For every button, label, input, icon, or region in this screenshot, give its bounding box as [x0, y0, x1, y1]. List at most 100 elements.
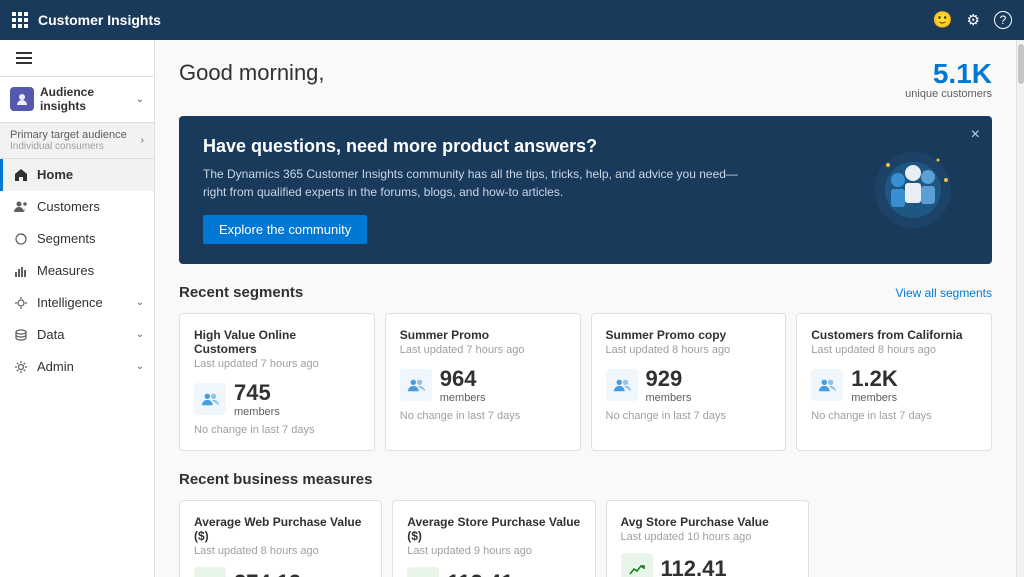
customers-icon — [13, 199, 29, 215]
banner-close-button[interactable]: × — [971, 126, 980, 144]
unique-count: 5.1K — [905, 60, 992, 88]
segment-change-1: No change in last 7 days — [400, 410, 566, 422]
segment-icon-3 — [811, 369, 843, 401]
segment-name-3: Customers from California — [811, 328, 977, 342]
recent-measures-header: Recent business measures — [179, 471, 992, 488]
segments-icon — [13, 231, 29, 247]
waffle-icon[interactable] — [12, 12, 28, 28]
segment-metric-2: 929 members — [606, 366, 772, 404]
segment-name-1: Summer Promo — [400, 328, 566, 342]
measure-metric-0: 274.19 — [194, 567, 367, 577]
segment-change-2: No change in last 7 days — [606, 410, 772, 422]
banner-description: The Dynamics 365 Customer Insights commu… — [203, 165, 763, 201]
help-icon[interactable]: ? — [994, 11, 1012, 29]
measure-icon-1 — [407, 567, 439, 577]
primary-target-chevron-icon[interactable]: › — [141, 135, 144, 146]
top-nav-right: 🙂 ⚙ ? — [933, 10, 1012, 30]
sidebar-label-segments: Segments — [37, 231, 96, 246]
measure-name-1: Average Store Purchase Value ($) — [407, 515, 580, 543]
sidebar-label-customers: Customers — [37, 199, 100, 214]
recent-segments-title: Recent segments — [179, 284, 303, 301]
hamburger-icon — [16, 52, 32, 64]
sidebar-menu-button[interactable] — [12, 48, 36, 68]
intelligence-icon — [13, 295, 29, 311]
recent-measures-section: Recent business measures Average Web Pur… — [179, 471, 992, 577]
banner-content: Have questions, need more product answer… — [203, 136, 763, 244]
measure-icon-0 — [194, 567, 226, 577]
segment-number-3: 1.2K members — [851, 366, 897, 404]
sidebar-item-data[interactable]: Data ⌄ — [0, 319, 154, 351]
measure-metric-2: 112.41 — [621, 553, 794, 577]
nav-items: Home Customers Segments Me — [0, 159, 154, 577]
measure-card-0: Average Web Purchase Value ($) Last upda… — [179, 500, 382, 577]
segment-card-1: Summer Promo Last updated 7 hours ago — [385, 313, 581, 451]
recent-segments-section: Recent segments View all segments High V… — [179, 284, 992, 451]
audience-icon — [10, 87, 34, 111]
measure-card-2: Avg Store Purchase Value Last updated 10… — [606, 500, 809, 577]
audience-chevron-icon[interactable]: ⌄ — [136, 94, 144, 105]
segment-change-0: No change in last 7 days — [194, 424, 360, 436]
explore-community-button[interactable]: Explore the community — [203, 215, 367, 244]
view-all-segments-link[interactable]: View all segments — [896, 286, 993, 300]
community-banner: Have questions, need more product answer… — [179, 116, 992, 264]
measures-cards-grid: Average Web Purchase Value ($) Last upda… — [179, 500, 992, 577]
top-nav: Customer Insights 🙂 ⚙ ? — [0, 0, 1024, 40]
measure-name-2: Avg Store Purchase Value — [621, 515, 794, 529]
segment-number-0: 745 members — [234, 380, 280, 418]
measures-icon — [13, 263, 29, 279]
scrollbar-thumb[interactable] — [1018, 44, 1024, 84]
measure-name-0: Average Web Purchase Value ($) — [194, 515, 367, 543]
scrollbar[interactable] — [1016, 40, 1024, 577]
greeting: Good morning, — [179, 60, 325, 86]
segment-name-0: High Value Online Customers — [194, 328, 360, 356]
admin-expand-icon: ⌄ — [136, 361, 144, 372]
segment-icon-1 — [400, 369, 432, 401]
measure-icon-2 — [621, 553, 653, 577]
segment-number-1: 964 members — [440, 366, 486, 404]
admin-icon — [13, 359, 29, 375]
measure-metric-1: 112.41 — [407, 567, 580, 577]
sidebar-label-admin: Admin — [37, 359, 74, 374]
segment-change-3: No change in last 7 days — [811, 410, 977, 422]
primary-target-label: Primary target audience — [10, 129, 127, 141]
main-content: Good morning, 5.1K unique customers Have… — [155, 40, 1016, 577]
measures-spacer — [819, 500, 992, 577]
segment-updated-3: Last updated 8 hours ago — [811, 344, 977, 356]
sidebar-label-home: Home — [37, 167, 73, 182]
measure-updated-1: Last updated 9 hours ago — [407, 545, 580, 557]
sidebar-item-home[interactable]: Home — [0, 159, 154, 191]
recent-measures-title: Recent business measures — [179, 471, 372, 488]
settings-icon[interactable]: ⚙ — [967, 11, 980, 29]
sidebar-item-customers[interactable]: Customers — [0, 191, 154, 223]
segment-icon-0 — [194, 383, 226, 415]
measure-number-0: 274.19 — [234, 570, 301, 577]
segment-icon-2 — [606, 369, 638, 401]
segment-number-2: 929 members — [646, 366, 692, 404]
segment-updated-1: Last updated 7 hours ago — [400, 344, 566, 356]
banner-illustration — [858, 145, 968, 235]
audience-text: Audience insights — [40, 85, 130, 114]
data-expand-icon: ⌄ — [136, 329, 144, 340]
unique-customers-stat: 5.1K unique customers — [905, 60, 992, 100]
sidebar-item-measures[interactable]: Measures — [0, 255, 154, 287]
primary-target-section: Primary target audience Individual consu… — [0, 123, 154, 159]
audience-section[interactable]: Audience insights ⌄ — [0, 77, 154, 123]
emoji-icon[interactable]: 🙂 — [933, 10, 953, 30]
measure-updated-2: Last updated 10 hours ago — [621, 531, 794, 543]
app-body: Audience insights ⌄ Primary target audie… — [0, 40, 1024, 577]
segment-updated-2: Last updated 8 hours ago — [606, 344, 772, 356]
sidebar-label-data: Data — [37, 327, 64, 342]
recent-segments-header: Recent segments View all segments — [179, 284, 992, 301]
data-icon — [13, 327, 29, 343]
sidebar-item-intelligence[interactable]: Intelligence ⌄ — [0, 287, 154, 319]
sidebar-item-admin[interactable]: Admin ⌄ — [0, 351, 154, 383]
segments-cards-grid: High Value Online Customers Last updated… — [179, 313, 992, 451]
segment-metric-3: 1.2K members — [811, 366, 977, 404]
main-header: Good morning, 5.1K unique customers — [179, 60, 992, 100]
segment-card-2: Summer Promo copy Last updated 8 hours a… — [591, 313, 787, 451]
sidebar-header — [0, 40, 154, 77]
banner-title: Have questions, need more product answer… — [203, 136, 763, 157]
sidebar-item-segments[interactable]: Segments — [0, 223, 154, 255]
audience-name: Audience insights — [40, 85, 130, 114]
unique-label: unique customers — [905, 88, 992, 100]
